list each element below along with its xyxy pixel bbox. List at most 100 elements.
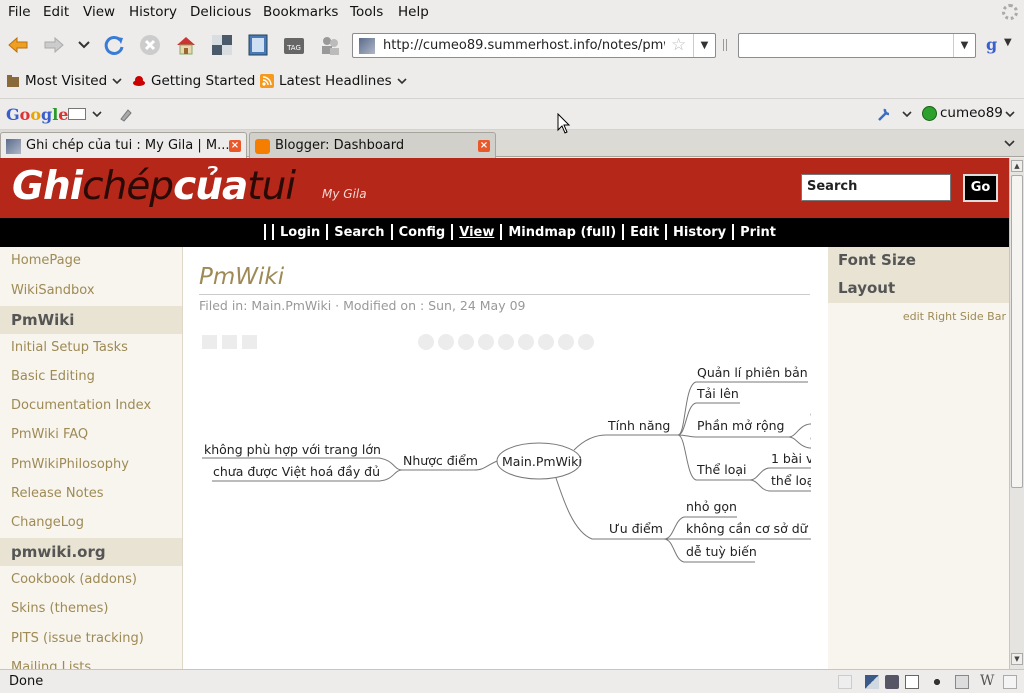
mindmap-zoom-icon[interactable]: [438, 334, 454, 350]
mindmap-node-leaf[interactable]: chưa được Việt hoá đầy đủ: [213, 464, 380, 479]
sidebar-link-skins[interactable]: Skins (themes): [11, 601, 108, 616]
action-print[interactable]: Print: [740, 225, 776, 240]
layout-heading[interactable]: Layout: [828, 275, 1009, 303]
mindmap-zoom-icon[interactable]: [418, 334, 434, 350]
menu-history[interactable]: History: [129, 4, 177, 20]
sidebar-link-changelog[interactable]: ChangeLog: [11, 515, 84, 530]
action-config[interactable]: Config: [399, 225, 446, 240]
action-edit[interactable]: Edit: [630, 225, 659, 240]
bookmark-page-button[interactable]: [246, 33, 270, 57]
screenshot-status-icon[interactable]: [865, 675, 879, 689]
mindmap-zoom-icon[interactable]: [578, 334, 594, 350]
sidebar-link-initial-setup[interactable]: Initial Setup Tasks: [11, 340, 128, 355]
mindmap-node-leaf[interactable]: nhỏ gọn: [686, 499, 737, 514]
mindmap-tool-icon[interactable]: [222, 335, 237, 349]
sidebar-heading-pmwiki[interactable]: PmWiki: [0, 306, 182, 334]
tag-button[interactable]: TAG: [282, 33, 306, 57]
mindmap-node-leaf[interactable]: thể loạ: [771, 473, 814, 488]
addon-icon[interactable]: [838, 675, 852, 689]
scroll-up-icon[interactable]: ▲: [1011, 160, 1023, 172]
wiki-search-input[interactable]: Search: [801, 174, 951, 201]
search-box-toggle[interactable]: [68, 108, 86, 120]
sidebar-heading-pmwiki-org[interactable]: pmwiki.org: [0, 538, 182, 566]
mindmap-node-leaf[interactable]: Phần mở rộng: [697, 418, 784, 433]
reload-button[interactable]: [102, 33, 126, 57]
mindmap-zoom-icon[interactable]: [478, 334, 494, 350]
chevron-down-icon[interactable]: [902, 111, 912, 118]
mindmap-tool-icon[interactable]: [202, 335, 217, 349]
mindmap-node-uu-diem[interactable]: Ưu điểm: [609, 521, 663, 536]
stop-button[interactable]: [138, 33, 162, 57]
url-bar[interactable]: http://cumeo89.summerhost.info/notes/pmw…: [352, 33, 716, 58]
mindmap-node-leaf[interactable]: Quản lí phiên bản: [697, 365, 808, 380]
mindmap-node-leaf[interactable]: 1 bài v: [771, 451, 814, 466]
menu-tools[interactable]: Tools: [350, 4, 383, 20]
mindmap-zoom-icon[interactable]: [458, 334, 474, 350]
menu-edit[interactable]: Edit: [43, 4, 69, 20]
site-title[interactable]: Ghichépcủatui: [12, 164, 296, 209]
bookmark-most-visited[interactable]: Most Visited: [6, 73, 122, 89]
mail-icon[interactable]: [905, 675, 919, 689]
close-tab-icon[interactable]: ×: [478, 140, 490, 152]
mindmap-tool-icon[interactable]: [242, 335, 257, 349]
bookmark-latest-headlines[interactable]: Latest Headlines: [260, 73, 407, 89]
mindmap-node-tinh-nang[interactable]: Tính năng: [607, 418, 670, 433]
bookmark-getting-started[interactable]: Getting Started: [132, 73, 255, 89]
close-tab-icon[interactable]: ×: [229, 140, 241, 152]
sidebar-link-pmwiki-faq[interactable]: PmWiki FAQ: [11, 427, 88, 442]
sidebar-link-homepage[interactable]: HomePage: [11, 253, 81, 268]
font-size-heading[interactable]: Font Size: [828, 247, 1009, 275]
action-view[interactable]: View: [459, 225, 494, 240]
action-search[interactable]: Search: [334, 225, 384, 240]
star-icon[interactable]: ☆: [671, 36, 686, 54]
url-text[interactable]: http://cumeo89.summerhost.info/notes/pmw…: [383, 38, 665, 53]
google-search-engine-icon[interactable]: g: [986, 35, 997, 54]
back-button[interactable]: [6, 33, 30, 57]
wrench-icon[interactable]: [876, 106, 892, 122]
action-login[interactable]: Login: [280, 225, 320, 240]
sidebar-link-wikisandbox[interactable]: WikiSandbox: [11, 283, 95, 298]
sidebar-link-cookbook[interactable]: Cookbook (addons): [11, 572, 137, 587]
mindmap-node-nhuoc-diem[interactable]: Nhược điểm: [403, 453, 478, 468]
google-user-name[interactable]: cumeo89: [940, 105, 1003, 121]
vertical-scrollbar[interactable]: ▲ ▼: [1009, 158, 1024, 669]
sidebar-link-release-notes[interactable]: Release Notes: [11, 486, 103, 501]
mindmap-node-leaf[interactable]: Tải lên: [696, 386, 739, 401]
highlighter-icon[interactable]: [118, 106, 134, 122]
menu-file[interactable]: File: [8, 4, 31, 20]
scroll-down-icon[interactable]: ▼: [1011, 653, 1023, 665]
search-dropdown-button[interactable]: ▼: [953, 34, 975, 57]
action-mindmap[interactable]: Mindmap (full): [508, 225, 616, 240]
sidebar-link-mailing-lists[interactable]: Mailing Lists: [11, 660, 91, 669]
menu-help[interactable]: Help: [398, 4, 429, 20]
chevron-down-icon[interactable]: [1005, 111, 1015, 118]
web-search-input[interactable]: ▼: [738, 33, 976, 58]
url-dropdown-button[interactable]: ▼: [693, 34, 715, 57]
mindmap-node-the-loai[interactable]: Thể loại: [696, 462, 746, 477]
toolbar-splitter[interactable]: [723, 39, 727, 51]
mindmap-node-leaf[interactable]: không phù hợp với trang lớn: [204, 442, 381, 457]
go-button[interactable]: Go: [963, 174, 998, 202]
history-dropdown-button[interactable]: [74, 33, 94, 57]
google-logo[interactable]: Google: [6, 105, 68, 124]
bug-icon[interactable]: [930, 675, 944, 689]
sidebar-link-pmwiki-philosophy[interactable]: PmWikiPhilosophy: [11, 457, 129, 472]
menu-view[interactable]: View: [83, 4, 115, 20]
forward-button[interactable]: [42, 33, 66, 57]
sidebar-link-pits[interactable]: PITS (issue tracking): [11, 631, 144, 646]
mindmap-zoom-icon[interactable]: [518, 334, 534, 350]
home-button[interactable]: [174, 33, 198, 57]
wikipedia-icon[interactable]: W: [980, 673, 994, 689]
network-status-icon[interactable]: [885, 675, 899, 689]
mindmap-node-leaf[interactable]: dễ tuỳ biến: [686, 544, 757, 559]
mindmap-node-leaf[interactable]: không cần cơ sở dữ: [686, 521, 809, 536]
screenshot-button[interactable]: [210, 33, 234, 57]
menu-delicious[interactable]: Delicious: [190, 4, 251, 20]
tab-ghi-chep[interactable]: Ghi chép của tui : My Gila | M... ×: [0, 132, 247, 158]
search-engine-dropdown[interactable]: ▼: [1004, 37, 1012, 48]
mindmap-root-node[interactable]: Main.PmWiki: [502, 454, 582, 469]
tab-list-chevron-icon[interactable]: [1004, 140, 1015, 147]
edit-right-sidebar-link[interactable]: edit Right Side Bar: [903, 310, 1006, 323]
tools-status-icon[interactable]: [955, 675, 969, 689]
chevron-down-icon[interactable]: [92, 111, 102, 118]
